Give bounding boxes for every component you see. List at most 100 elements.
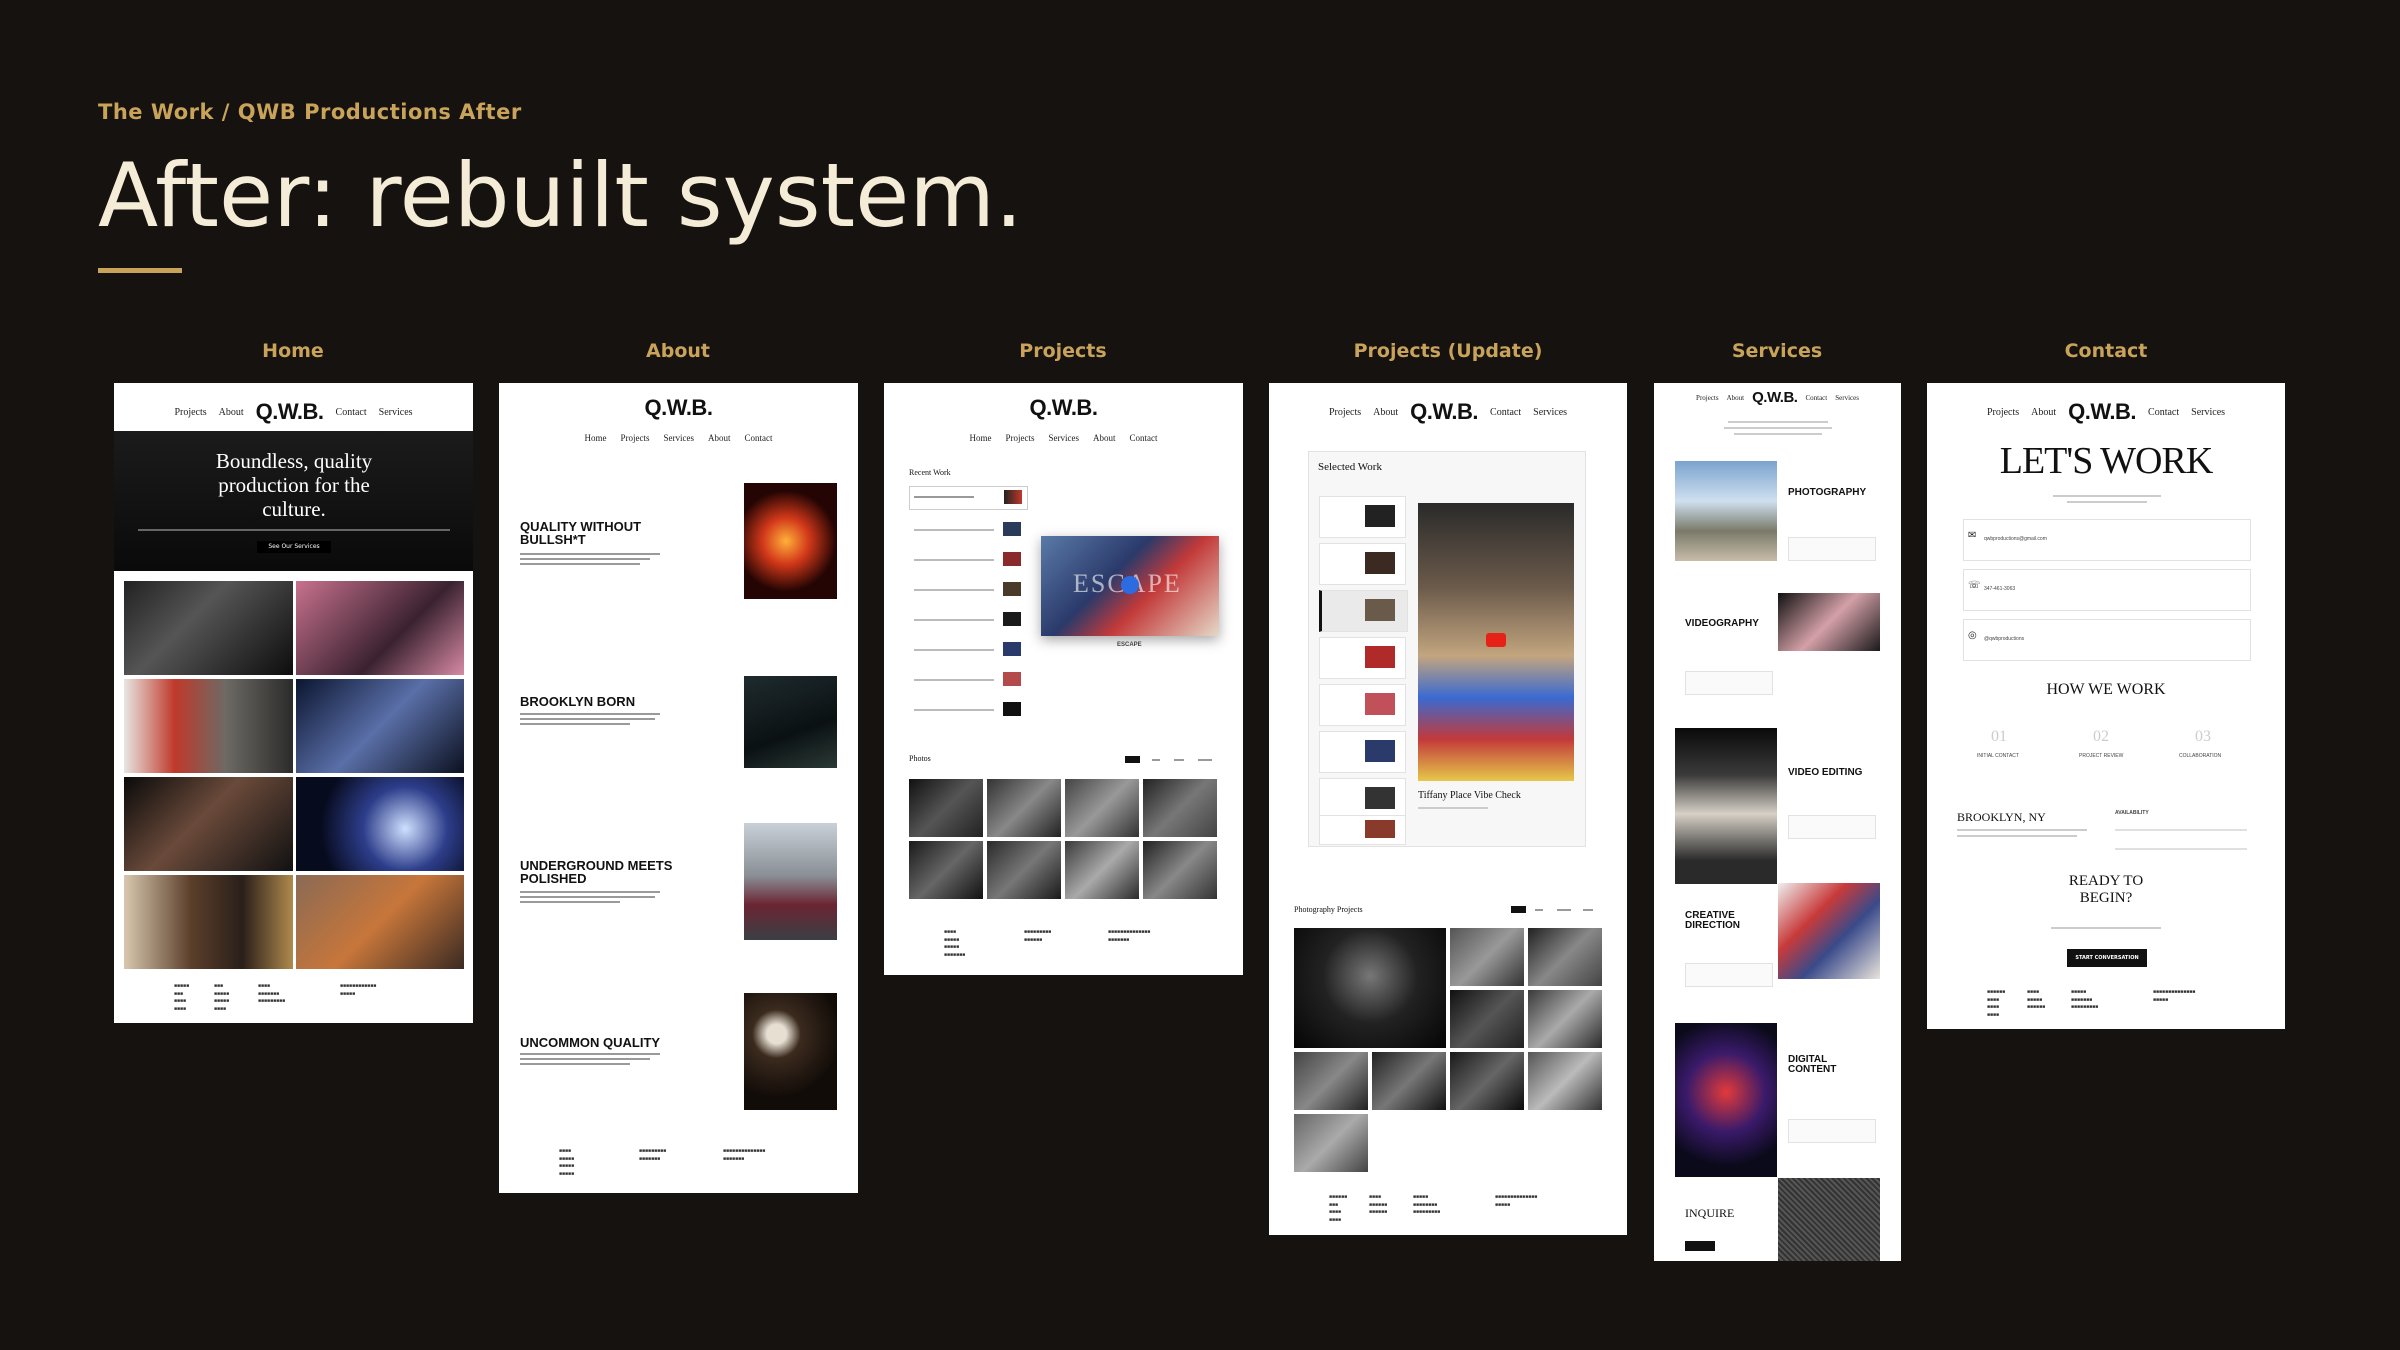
photo-thumb[interactable] xyxy=(909,841,983,899)
project-list-item[interactable] xyxy=(914,649,994,651)
nav-link-projects[interactable]: Projects xyxy=(621,433,650,443)
nav-link-projects[interactable]: Projects xyxy=(1329,407,1361,418)
nav-link-services[interactable]: Services xyxy=(664,433,695,443)
nav-link-services[interactable]: Services xyxy=(379,407,413,418)
nav-link-projects[interactable]: Projects xyxy=(1987,407,2019,418)
site-logo[interactable]: Q.W.B. xyxy=(1030,395,1098,421)
video-player[interactable] xyxy=(1418,503,1574,781)
contact-instagram[interactable]: @qwbproductions xyxy=(1984,636,2024,642)
nav-link-projects[interactable]: Projects xyxy=(174,407,206,418)
contact-phone[interactable]: 347-461-3063 xyxy=(1984,586,2015,592)
photo-filter-active[interactable] xyxy=(1125,756,1140,763)
nav-link-contact[interactable]: Contact xyxy=(1490,407,1521,418)
nav-link-contact[interactable]: Contact xyxy=(1130,433,1158,443)
nav-link-about[interactable]: About xyxy=(219,407,244,418)
nav-link-services[interactable]: Services xyxy=(1049,433,1080,443)
start-conversation-button[interactable]: START CONVERSATION xyxy=(2067,949,2147,967)
slide-eyebrow: The Work / QWB Productions After xyxy=(98,100,522,124)
contact-phone-card[interactable]: ☏ 347-461-3063 xyxy=(1963,569,2251,611)
photo-thumb[interactable] xyxy=(1450,928,1524,986)
nav-link-about[interactable]: About xyxy=(2031,407,2056,418)
play-icon[interactable] xyxy=(1121,576,1139,594)
nav-link-contact[interactable]: Contact xyxy=(336,407,367,418)
nav-link-home[interactable]: Home xyxy=(585,433,607,443)
nav-link-contact[interactable]: Contact xyxy=(745,433,773,443)
step-label: INITIAL CONTACT xyxy=(1977,753,2019,759)
photography-projects-heading: Photography Projects xyxy=(1294,905,1363,914)
home-hero-headline: Boundless, quality production for the cu… xyxy=(215,449,373,522)
home-photo xyxy=(296,875,464,969)
photo-thumb[interactable] xyxy=(1294,1114,1368,1172)
screenshot-contact: Projects About Q.W.B. Contact Services L… xyxy=(1927,383,2285,1029)
project-list-item[interactable] xyxy=(914,529,994,531)
service-photo xyxy=(1778,593,1880,651)
about-photo xyxy=(744,993,837,1110)
nav-link-projects[interactable]: Projects xyxy=(1696,394,1719,402)
photo-thumb[interactable] xyxy=(1143,779,1217,837)
service-photo xyxy=(1778,1178,1880,1261)
inquire-button[interactable] xyxy=(1685,1241,1715,1251)
see-services-button[interactable]: See Our Services xyxy=(257,541,331,553)
nav-link-about[interactable]: About xyxy=(1093,433,1116,443)
project-list-item[interactable] xyxy=(914,709,994,711)
photo-thumb[interactable] xyxy=(1528,928,1602,986)
photo-thumb[interactable] xyxy=(1294,1052,1368,1110)
nav-link-home[interactable]: Home xyxy=(970,433,992,443)
nav-link-contact[interactable]: Contact xyxy=(1805,394,1827,402)
photo-thumb[interactable] xyxy=(1372,1052,1446,1110)
about-section-heading: UNCOMMON QUALITY xyxy=(520,1035,661,1050)
title-underline xyxy=(98,268,182,273)
project-list-item[interactable] xyxy=(914,679,994,681)
photo-filter[interactable] xyxy=(1583,909,1593,911)
play-icon[interactable] xyxy=(1486,633,1506,647)
photo-filter-active[interactable] xyxy=(1511,906,1526,913)
photo-filter[interactable] xyxy=(1174,759,1184,761)
photo-filter[interactable] xyxy=(1198,759,1212,761)
nav-link-about[interactable]: About xyxy=(1727,394,1745,402)
nav-link-contact[interactable]: Contact xyxy=(2148,407,2179,418)
project-list-item[interactable] xyxy=(914,589,994,591)
photo-filter[interactable] xyxy=(1152,759,1160,761)
photo-thumb[interactable] xyxy=(1065,841,1139,899)
nav-link-about[interactable]: About xyxy=(708,433,731,443)
about-section-heading: BROOKLYN BORN xyxy=(520,694,636,709)
photo-filter[interactable] xyxy=(1535,909,1543,911)
photo-thumb[interactable] xyxy=(1528,990,1602,1048)
nav-link-services[interactable]: Services xyxy=(2191,407,2225,418)
photo-thumb[interactable] xyxy=(1294,928,1446,1048)
site-logo[interactable]: Q.W.B. xyxy=(2068,399,2136,425)
screenshot-home: Projects About Q.W.B. Contact Services B… xyxy=(114,383,473,1023)
screenshot-about: Q.W.B. Home Projects Services About Cont… xyxy=(499,383,858,1193)
featured-video[interactable]: ESCAPE xyxy=(1041,536,1219,636)
photo-thumb[interactable] xyxy=(1450,990,1524,1048)
contact-instagram-card[interactable]: ◎ @qwbproductions xyxy=(1963,619,2251,661)
photo-filter[interactable] xyxy=(1557,909,1571,911)
home-photo xyxy=(296,777,464,871)
service-heading: PHOTOGRAPHY xyxy=(1788,487,1867,498)
photo-thumb[interactable] xyxy=(909,779,983,837)
contact-email[interactable]: qwbproductions@gmail.com xyxy=(1984,536,2047,542)
photo-thumb[interactable] xyxy=(1450,1052,1524,1110)
site-logo[interactable]: Q.W.B. xyxy=(645,395,713,421)
contact-email-card[interactable]: ✉ qwbproductions@gmail.com xyxy=(1963,519,2251,561)
site-logo[interactable]: Q.W.B. xyxy=(1410,399,1478,425)
nav-link-about[interactable]: About xyxy=(1373,407,1398,418)
nav-link-projects[interactable]: Projects xyxy=(1006,433,1035,443)
site-logo[interactable]: Q.W.B. xyxy=(256,399,324,425)
photo-thumb[interactable] xyxy=(1065,779,1139,837)
project-list-item[interactable] xyxy=(914,559,994,561)
photo-thumb[interactable] xyxy=(1528,1052,1602,1110)
nav-link-services[interactable]: Services xyxy=(1533,407,1567,418)
photo-thumb[interactable] xyxy=(987,841,1061,899)
photo-thumb[interactable] xyxy=(1143,841,1217,899)
column-label-services: Services xyxy=(1731,340,1823,362)
step-number: 01 xyxy=(1991,728,2007,745)
selected-work-heading: Selected Work xyxy=(1318,461,1382,473)
photo-thumb[interactable] xyxy=(987,779,1061,837)
project-list-item[interactable] xyxy=(914,619,994,621)
site-logo[interactable]: Q.W.B. xyxy=(1752,389,1798,406)
nav-link-services[interactable]: Services xyxy=(1835,394,1859,402)
contact-nav: Projects About Q.W.B. Contact Services xyxy=(1927,399,2285,425)
mail-icon: ✉ xyxy=(1968,530,1977,541)
featured-caption: ESCAPE xyxy=(1117,642,1142,648)
